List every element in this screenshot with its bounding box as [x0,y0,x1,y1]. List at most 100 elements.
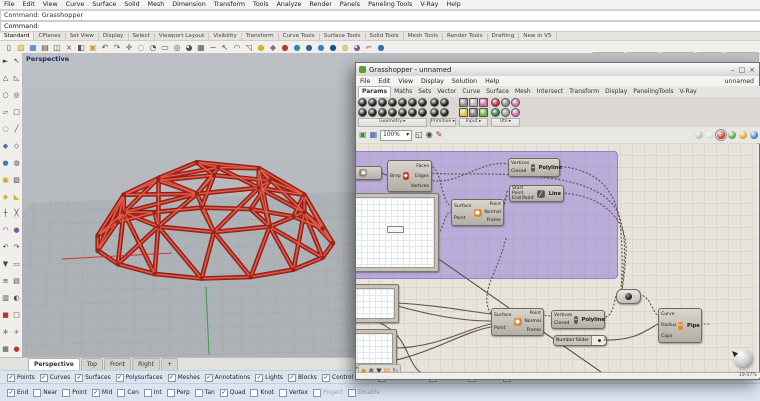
save-icon[interactable]: ▦ [27,42,39,53]
checkbox-points[interactable]: ✓ [7,374,15,382]
sidebar-tool-17[interactable]: ◣ [14,193,19,201]
checkbox-vertex[interactable] [279,389,287,397]
util-icon-0[interactable] [491,98,500,107]
gh-tab-maths[interactable]: Maths [391,87,415,97]
sidebar-tool-25[interactable]: ▭ [13,260,20,268]
menu-v-ray[interactable]: V-Ray [416,1,442,8]
output-point[interactable]: Point [484,202,501,207]
viewport-tab-right[interactable]: Right [132,358,160,370]
output-normal[interactable]: Normal [484,210,501,215]
input-icon-1[interactable] [469,98,478,107]
filter-polysurfaces[interactable]: ✓Polysurfaces [116,374,163,382]
gh-group-label-input[interactable]: Input ▸ [459,118,488,127]
filter-annotations[interactable]: ✓Annotations [205,374,250,382]
sidebar-tool-26[interactable]: ≡ [3,277,9,285]
menu-mesh[interactable]: Mesh [144,1,169,8]
toolbar-tab-render-tools[interactable]: Render Tools [443,33,487,40]
gh-menu-file[interactable]: File [356,78,374,85]
sidebar-tool-28[interactable]: ▥ [2,294,9,302]
sidebar-tool-30[interactable]: ■ [2,311,9,319]
input-vertices[interactable]: Vertices [511,161,529,166]
delete-icon[interactable]: × [63,42,75,53]
geometry-icon-13[interactable] [418,108,427,117]
toolbar-tab-solid-tools[interactable]: Solid Tools [366,33,404,40]
sidebar-tool-22[interactable]: ↶ [3,243,9,251]
deconstruct-brep[interactable]: Brep◆FacesEdgesVertices [387,160,432,192]
line-1[interactable]: Start PointEnd Point╱Line [509,185,564,202]
md-slider-3-graph-area[interactable] [356,333,393,364]
input-surface[interactable]: Surface [494,313,512,318]
input-surface[interactable]: Surface [454,204,472,209]
sidebar-tool-4[interactable]: ○ [2,91,8,99]
geometry-icon-6[interactable] [418,98,427,107]
menu-curve[interactable]: Curve [62,1,89,8]
checkbox-control-points[interactable]: ✓ [322,374,330,382]
cloud-icon[interactable]: ◕ [351,42,363,53]
sidebar-tool-34[interactable]: ▦ [2,345,9,353]
util-icon-1[interactable] [501,98,510,107]
osnap-disable[interactable]: Disable [348,389,380,397]
grid-icon[interactable]: ▦ [195,42,207,53]
sidebar-tool-11[interactable]: ◇ [14,142,19,150]
osnap-end[interactable]: ✓End [7,389,28,397]
menu-paneling-tools[interactable]: Paneling Tools [364,1,416,8]
geometry-icon-12[interactable] [408,108,417,117]
sidebar-tool-15[interactable]: ▨ [13,176,20,184]
menu-view[interactable]: View [39,1,62,8]
input-radius[interactable]: Radius [661,323,676,328]
checkbox-perp[interactable] [167,389,175,397]
number-slider[interactable]: Number Slider3 [553,335,607,346]
input-brep[interactable]: Brep [390,174,401,179]
output-vertices[interactable]: Vertices [411,184,429,189]
sphere-orange[interactable] [739,131,747,139]
input-point[interactable]: Point [494,326,512,331]
sidebar-tool-14[interactable]: ▣ [2,176,9,184]
output-frame[interactable]: Frame [484,218,501,223]
primitive-icon-3[interactable] [440,108,449,117]
geometry-icon-5[interactable] [408,98,417,107]
sidebar-tool-5[interactable]: ◎ [13,91,19,99]
menu-render[interactable]: Render [305,1,335,8]
sidebar-tool-33[interactable]: ＊ [13,328,20,336]
menu-solid[interactable]: Solid [120,1,143,8]
polyline-1[interactable]: VerticesClosed⌁Polyline [508,158,560,177]
sphere-blue[interactable] [750,131,758,139]
viewport-tab-front[interactable]: Front [104,358,131,370]
menu-help[interactable]: Help [442,1,464,8]
input-start-point[interactable]: Start Point [512,186,535,196]
gh-tab-display[interactable]: Display [602,87,630,97]
viewport-label[interactable]: Perspective [26,55,69,63]
sidebar-tool-2[interactable]: △ [3,74,8,82]
checkbox-meshes[interactable]: ✓ [168,374,176,382]
input-icon-5[interactable] [479,108,488,117]
md-slider-3[interactable] [356,329,397,368]
input-icon-2[interactable] [479,98,488,107]
menu-dimension[interactable]: Dimension [168,1,209,8]
checkbox-project[interactable] [313,389,321,397]
open-folder-icon[interactable]: ▨ [15,42,27,53]
layers-icon[interactable]: ● [279,42,291,53]
checkbox-end[interactable]: ✓ [7,389,15,397]
rotate-icon[interactable]: ◠ [231,42,243,53]
globe2-icon[interactable]: ● [375,42,387,53]
filter-lights[interactable]: ✓Lights [255,374,283,382]
sidebar-tool-16[interactable]: ◆ [3,193,8,201]
md-slider-2[interactable] [356,284,399,323]
sidebar-tool-1[interactable]: ↖ [14,57,20,65]
menu-surface[interactable]: Surface [88,1,120,8]
scale-icon[interactable]: ◹ [243,42,255,53]
gh-tab-curve[interactable]: Curve [459,87,483,97]
number-slider-value[interactable]: 3 [598,338,606,343]
print-icon[interactable]: ▤ [39,42,51,53]
geometry-icon-11[interactable] [398,108,407,117]
canvas-compass-widget[interactable] [734,349,752,367]
copy-clip-icon[interactable]: ◧ [75,42,87,53]
toolbar-tab-curve-tools[interactable]: Curve Tools [279,33,320,40]
osnap-int[interactable]: Int [144,389,162,397]
preview-wire-sphere[interactable] [706,131,714,139]
input-curve[interactable]: Curve [661,312,676,317]
osnap-near[interactable]: Near [33,389,57,397]
maximize-button[interactable]: □ [739,66,746,74]
output-frame[interactable]: Frame [524,328,541,333]
preview-shaded-sphere[interactable] [717,131,725,139]
